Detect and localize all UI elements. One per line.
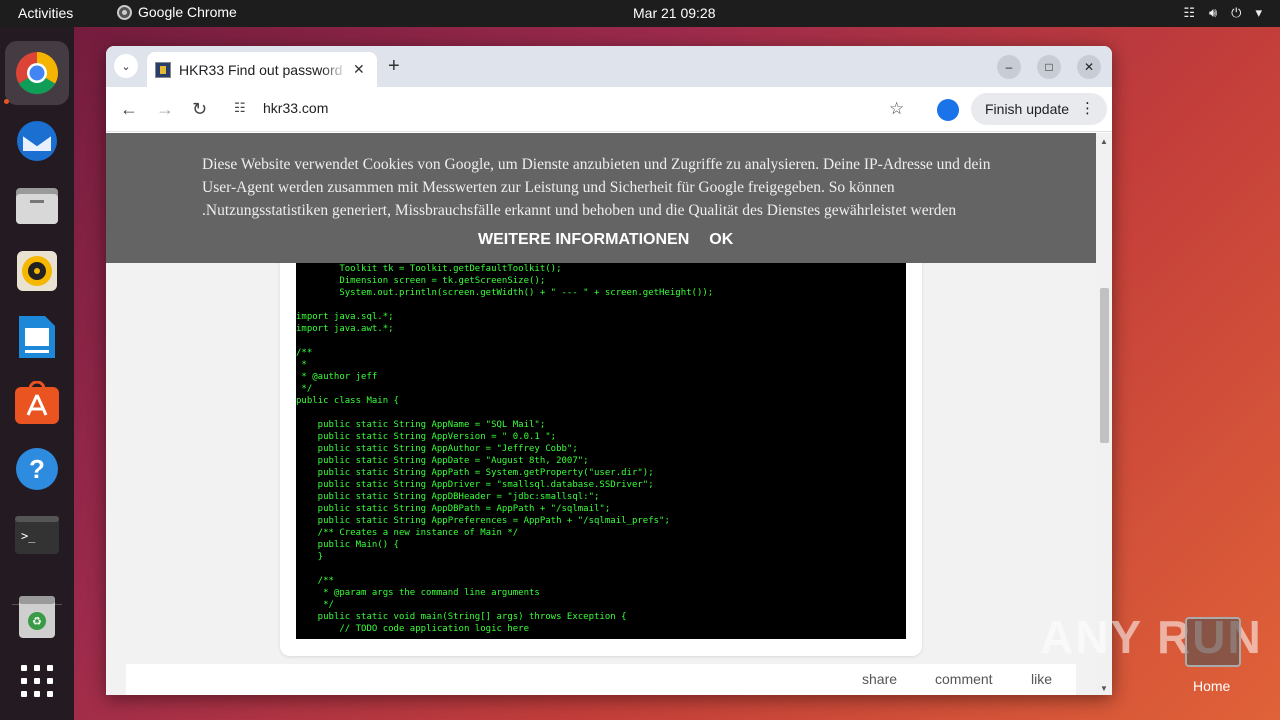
cookie-text: Diese Website verwendet Cookies von Goog…	[202, 156, 991, 219]
web-page: Toolkit tk = Toolkit.getDefaultToolkit()…	[106, 133, 1096, 695]
thunderbird-icon	[17, 121, 57, 161]
minimize-button[interactable]: –	[997, 55, 1021, 79]
tab-active[interactable]: HKR33 Find out password ✕	[147, 52, 377, 87]
trash-icon: ♻	[19, 596, 55, 638]
home-label[interactable]: Home	[1193, 678, 1230, 694]
writer-icon	[19, 316, 55, 358]
rhythmbox-icon	[17, 251, 57, 291]
clock[interactable]: Mar 21 09:28	[633, 5, 716, 21]
system-tray[interactable]: ☷ 🔊︎ ⏻ ▾	[1183, 5, 1262, 21]
menu-dots-icon[interactable]: ⋮	[1080, 99, 1095, 117]
dock-rhythmbox[interactable]	[13, 247, 61, 295]
dock-trash[interactable]: ♻	[13, 593, 61, 641]
ok-button[interactable]: OK	[709, 231, 733, 249]
activities-button[interactable]: Activities	[18, 5, 73, 21]
post-footer: share comment like	[126, 664, 1076, 695]
bookmark-star-icon[interactable]: ☆	[889, 99, 904, 119]
top-bar: Activities Google Chrome Mar 21 09:28 ☷ …	[0, 0, 1280, 27]
dock-chrome[interactable]	[5, 41, 69, 105]
finish-update-button[interactable]: Finish update ⋮	[971, 93, 1107, 125]
close-window-button[interactable]: ✕	[1077, 55, 1101, 79]
cookie-buttons: WEITERE INFORMATIONEN OK	[478, 231, 733, 249]
toolbar: ← → ↻ ☷ hkr33.com ☆	[106, 87, 1112, 132]
cookie-banner: Diese Website verwendet Cookies von Goog…	[106, 133, 1096, 263]
help-icon: ?	[16, 448, 58, 490]
home-folder-icon[interactable]	[1185, 617, 1241, 667]
scroll-thumb[interactable]	[1100, 288, 1109, 443]
chrome-window: ⌄ HKR33 Find out password ✕ + – □ ✕ ← → …	[106, 46, 1112, 695]
comment-link[interactable]: comment	[935, 671, 993, 687]
maximize-icon: □	[1045, 60, 1053, 74]
dock-show-apps[interactable]	[13, 657, 61, 705]
close-tab-icon[interactable]: ✕	[353, 61, 365, 78]
dock-files[interactable]	[13, 181, 61, 229]
share-link[interactable]: share	[862, 671, 897, 687]
svg-text:?: ?	[29, 454, 45, 484]
svg-text:>_: >_	[21, 529, 36, 543]
dock-terminal[interactable]: >_	[13, 511, 61, 559]
like-link[interactable]: like	[1031, 671, 1052, 687]
back-button[interactable]: ←	[120, 99, 138, 120]
profile-avatar[interactable]	[937, 99, 959, 121]
chrome-app-icon	[117, 4, 132, 20]
scroll-down-icon[interactable]: ▼	[1100, 684, 1108, 693]
reload-button[interactable]: ↻	[192, 99, 207, 120]
tab-strip: ⌄ HKR33 Find out password ✕ + – □ ✕	[106, 46, 1112, 87]
volume-icon: 🔊︎	[1208, 5, 1218, 20]
address-bar[interactable]: ☷ hkr33.com	[224, 92, 964, 126]
power-icon: ⏻	[1231, 5, 1242, 20]
files-icon	[16, 188, 58, 224]
dock-app-center[interactable]	[13, 379, 61, 427]
running-indicator	[4, 99, 9, 104]
network-icon: ☷	[1183, 5, 1195, 20]
scroll-up-icon[interactable]: ▲	[1100, 137, 1108, 146]
terminal-icon: >_	[15, 516, 59, 554]
code-text: Toolkit tk = Toolkit.getDefaultToolkit()…	[296, 264, 714, 634]
dock-thunderbird[interactable]	[13, 115, 61, 163]
close-icon: ✕	[1083, 60, 1095, 74]
app-menu[interactable]: Google Chrome	[117, 4, 237, 20]
apps-grid-icon	[21, 665, 53, 697]
tab-title: HKR33 Find out password	[179, 61, 343, 78]
app-center-icon	[15, 381, 59, 424]
chevron-down-icon: ⌄	[121, 60, 131, 73]
maximize-button[interactable]: □	[1037, 55, 1061, 79]
forward-button[interactable]: →	[156, 99, 174, 120]
svg-text:♻: ♻	[32, 615, 42, 628]
app-name: Google Chrome	[138, 4, 237, 20]
more-info-button[interactable]: WEITERE INFORMATIONEN	[478, 231, 689, 249]
minimize-icon: –	[1005, 60, 1013, 74]
chrome-icon	[16, 52, 59, 95]
new-tab-button[interactable]: +	[388, 55, 400, 78]
tab-search-button[interactable]: ⌄	[114, 54, 138, 78]
dock: ? >_ ♻	[0, 27, 74, 720]
url-text: hkr33.com	[263, 100, 329, 116]
dock-help[interactable]: ?	[13, 445, 61, 493]
site-info-icon[interactable]: ☷	[234, 100, 246, 116]
finish-update-label: Finish update	[985, 101, 1070, 117]
favicon-icon	[155, 61, 171, 78]
dock-writer[interactable]	[13, 313, 61, 361]
chevron-down-icon: ▾	[1255, 5, 1262, 20]
